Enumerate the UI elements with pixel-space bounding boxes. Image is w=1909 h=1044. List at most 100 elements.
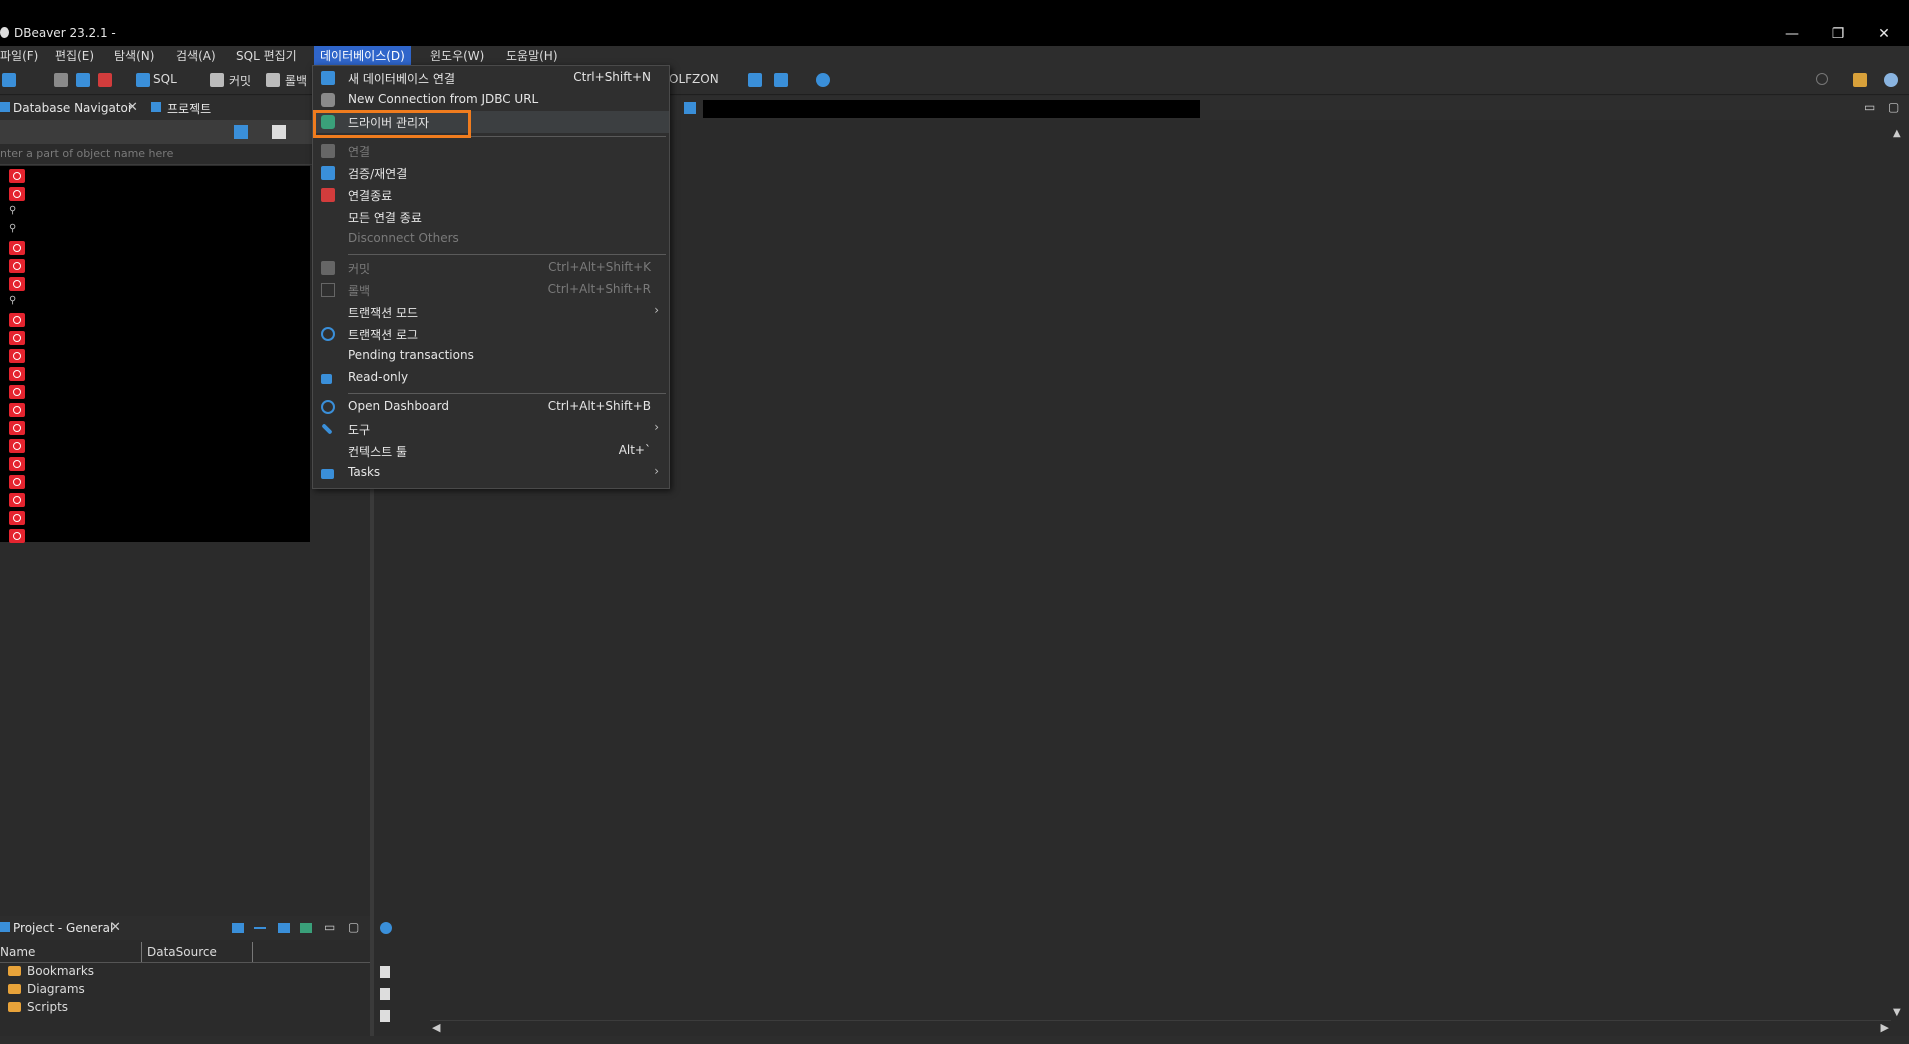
column-datasource[interactable]: DataSource — [147, 945, 217, 959]
sql-button[interactable]: SQL — [153, 72, 177, 86]
link-icon[interactable] — [232, 923, 244, 933]
dashboard-icon[interactable] — [748, 73, 762, 87]
menu-database[interactable]: 데이터베이스(D) — [314, 46, 411, 66]
plug-icon[interactable]: ⚲ — [9, 205, 23, 219]
menu-item-commit[interactable]: 커밋 Ctrl+Alt+Shift+K — [313, 257, 669, 279]
tab-project-general[interactable]: Project - General — [13, 921, 113, 935]
connection-node-icon[interactable] — [9, 421, 25, 435]
menu-file[interactable]: 파일(F) — [0, 46, 44, 66]
active-connection-selector[interactable]: OLFZON — [669, 72, 719, 86]
menu-item-context-tools[interactable]: 컨텍스트 툴 Alt+` — [313, 440, 669, 462]
disconnect-icon[interactable] — [98, 73, 112, 87]
close-icon[interactable]: ✕ — [127, 100, 138, 115]
connection-node-icon[interactable] — [9, 475, 25, 489]
plug-icon[interactable]: ⚲ — [9, 223, 23, 237]
connection-node-icon[interactable] — [9, 277, 25, 291]
expand-icon[interactable] — [278, 923, 290, 933]
menu-item-new-connection-jdbc-url[interactable]: New Connection from JDBC URL — [313, 89, 669, 111]
sql-editor-icon[interactable] — [136, 73, 150, 87]
connection-node-icon[interactable] — [9, 529, 25, 543]
sql-script-icon[interactable] — [684, 102, 696, 114]
connection-node-icon[interactable] — [9, 349, 25, 363]
list-item-bookmarks[interactable]: Bookmarks — [8, 964, 94, 982]
connection-node-icon[interactable] — [9, 169, 25, 183]
new-connection-icon[interactable] — [234, 125, 248, 139]
menu-item-disconnect-all[interactable]: 모든 연결 종료 — [313, 206, 669, 228]
folder-icon[interactable] — [272, 125, 286, 139]
tasks-icon[interactable] — [774, 73, 788, 87]
menu-item-disconnect[interactable]: 연결종료 — [313, 184, 669, 206]
perspective-icon[interactable] — [1853, 73, 1867, 87]
minimize-icon[interactable]: ▭ — [324, 920, 335, 934]
vertical-scrollbar[interactable]: ▲ ▼ — [1891, 128, 1905, 1018]
connection-node-icon[interactable] — [9, 439, 25, 453]
connection-node-icon[interactable] — [9, 313, 25, 327]
menu-item-tasks[interactable]: Tasks › — [313, 462, 669, 484]
maximize-icon[interactable]: ▢ — [1888, 100, 1899, 114]
menu-window[interactable]: 윈도우(W) — [424, 46, 490, 66]
list-item-scripts[interactable]: Scripts — [8, 1000, 68, 1018]
search-icon[interactable] — [816, 73, 830, 87]
document-icon[interactable] — [380, 1010, 390, 1022]
connect-icon[interactable] — [54, 73, 68, 87]
global-search-icon[interactable] — [1816, 73, 1828, 85]
close-icon[interactable]: ✕ — [110, 920, 121, 935]
menu-item-read-only[interactable]: Read-only — [313, 367, 669, 389]
collapse-icon[interactable] — [254, 927, 266, 929]
plug-icon[interactable]: ⚲ — [9, 295, 23, 309]
connection-node-icon[interactable] — [9, 457, 25, 471]
scroll-up-icon[interactable]: ▲ — [1893, 128, 1901, 139]
menu-item-disconnect-others[interactable]: Disconnect Others — [313, 228, 669, 250]
menu-sql-editor[interactable]: SQL 편집기 — [230, 46, 303, 66]
connection-node-icon[interactable] — [9, 241, 25, 255]
connection-node-icon[interactable] — [9, 403, 25, 417]
minimize-icon[interactable]: ▭ — [1864, 100, 1875, 114]
column-name[interactable]: Name — [0, 945, 35, 959]
column-separator[interactable] — [141, 942, 142, 962]
gear-icon[interactable] — [380, 922, 392, 934]
menu-item-transaction-mode[interactable]: 트랜잭션 모드 › — [313, 301, 669, 323]
minimize-button[interactable]: — — [1774, 22, 1810, 46]
document-icon[interactable] — [380, 966, 390, 978]
connection-node-icon[interactable] — [9, 367, 25, 381]
connection-node-icon[interactable] — [9, 511, 25, 525]
rollback-button[interactable]: 롤백 — [285, 72, 307, 89]
column-separator[interactable] — [252, 942, 253, 962]
menu-item-transaction-log[interactable]: 트랜잭션 로그 — [313, 323, 669, 345]
menu-item-tools[interactable]: 도구 › — [313, 418, 669, 440]
scroll-right-icon[interactable]: ▶ — [1881, 1021, 1889, 1034]
menu-item-invalidate-reconnect[interactable]: 검증/재연결 — [313, 162, 669, 184]
menu-item-pending-transactions[interactable]: Pending transactions — [313, 345, 669, 367]
tab-projects[interactable]: 프로젝트 — [167, 100, 211, 117]
menu-item-new-database-connection[interactable]: 새 데이터베이스 연결 Ctrl+Shift+N — [313, 67, 669, 89]
maximize-button[interactable]: ❐ — [1820, 22, 1856, 46]
horizontal-scrollbar[interactable]: ◀ ▶ — [430, 1020, 1891, 1037]
connection-node-icon[interactable] — [9, 331, 25, 345]
commit-button[interactable]: 커밋 — [229, 72, 251, 89]
menu-item-connect[interactable]: 연결 — [313, 140, 669, 162]
list-item-diagrams[interactable]: Diagrams — [8, 982, 85, 1000]
connection-node-icon[interactable] — [9, 385, 25, 399]
commit-icon[interactable] — [210, 73, 224, 87]
navigator-filter-input[interactable]: nter a part of object name here — [0, 144, 312, 165]
user-perspective-icon[interactable] — [1884, 73, 1898, 87]
menu-help[interactable]: 도움말(H) — [500, 46, 564, 66]
menu-search[interactable]: 검색(A) — [170, 46, 222, 66]
menu-item-open-dashboard[interactable]: Open Dashboard Ctrl+Alt+Shift+B — [313, 396, 669, 418]
close-button[interactable]: ✕ — [1866, 22, 1902, 46]
scroll-left-icon[interactable]: ◀ — [432, 1021, 440, 1034]
sync-icon[interactable] — [300, 923, 312, 933]
maximize-icon[interactable]: ▢ — [348, 920, 359, 934]
scroll-down-icon[interactable]: ▼ — [1893, 1007, 1901, 1018]
menu-edit[interactable]: 편집(E) — [49, 46, 100, 66]
menu-item-rollback[interactable]: 롤백 Ctrl+Alt+Shift+R — [313, 279, 669, 301]
connection-node-icon[interactable] — [9, 259, 25, 273]
menu-navigate[interactable]: 탐색(N) — [108, 46, 160, 66]
tab-database-navigator[interactable]: Database Navigator — [13, 101, 133, 115]
reconnect-icon[interactable] — [76, 73, 90, 87]
document-icon[interactable] — [380, 988, 390, 1000]
editor-tab-redacted[interactable] — [703, 100, 1200, 118]
connection-node-icon[interactable] — [9, 493, 25, 507]
new-connection-icon[interactable] — [2, 73, 16, 87]
rollback-icon[interactable] — [266, 73, 280, 87]
